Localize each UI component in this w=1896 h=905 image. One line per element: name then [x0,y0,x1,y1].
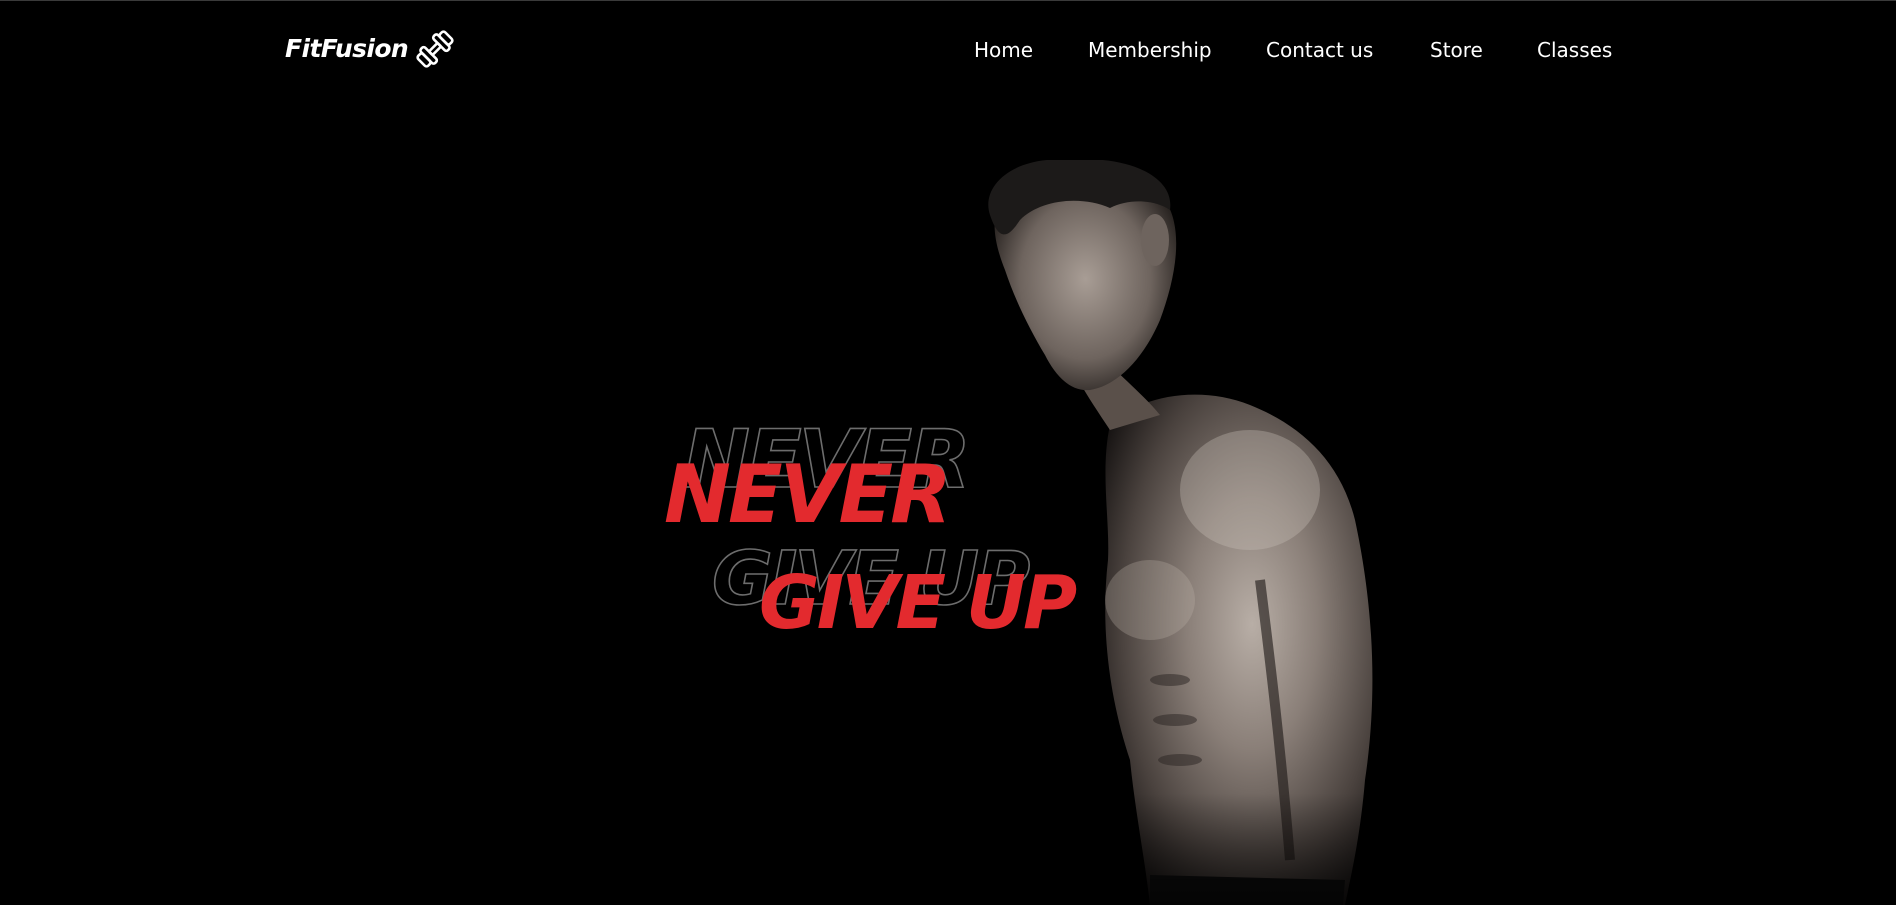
hero-athlete-image [960,160,1460,905]
nav-store[interactable]: Store [1430,38,1483,62]
navbar: FitFusion Home Membership Contact us Sto… [0,0,1896,100]
nav-membership[interactable]: Membership [1088,38,1212,62]
slogan-line2: GIVE UP [759,560,1077,646]
slogan-line1: NEVER [664,448,952,541]
main-nav: Home Membership Contact us Store Classes [0,38,1896,68]
nav-home[interactable]: Home [974,38,1033,62]
nav-classes[interactable]: Classes [1537,38,1612,62]
nav-contact-us[interactable]: Contact us [1266,38,1373,62]
